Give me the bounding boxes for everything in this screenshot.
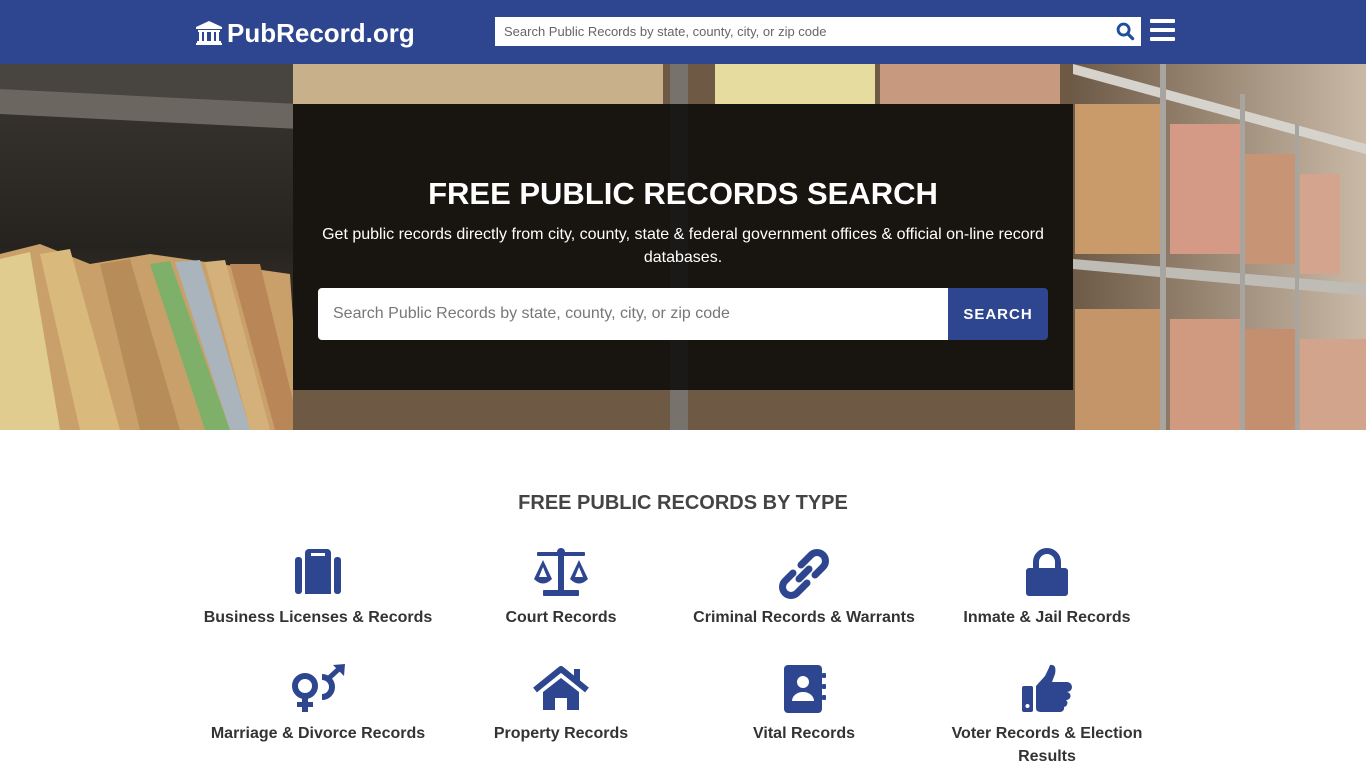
hero-subtitle: Get public records directly from city, c… (322, 226, 1044, 266)
type-label: Voter Records & Election Results (951, 725, 1143, 765)
search-icon (1116, 22, 1134, 41)
hero-search-button[interactable]: SEARCH (948, 288, 1048, 340)
suitcase-icon (295, 549, 341, 594)
type-label: Criminal Records & Warrants (693, 609, 915, 626)
header-search-input[interactable] (495, 17, 1109, 46)
hero-section: FREE PUBLIC RECORDS SEARCH Get public re… (0, 64, 1366, 430)
type-label: Marriage & Divorce Records (210, 725, 426, 742)
balance-scale-icon (534, 548, 588, 596)
chain-link-icon (779, 549, 829, 599)
bank-building-icon (196, 21, 222, 45)
hamburger-bar (1150, 37, 1175, 41)
type-link-property[interactable]: Property Records (436, 664, 686, 745)
hamburger-bar (1150, 28, 1175, 32)
hero-search-input[interactable] (318, 288, 948, 340)
header-search-button[interactable] (1109, 17, 1141, 46)
hamburger-bar (1150, 19, 1175, 23)
records-by-type-heading: FREE PUBLIC RECORDS BY TYPE (518, 492, 848, 514)
type-link-business[interactable]: Business Licenses & Records (193, 548, 443, 629)
type-label: Business Licenses & Records (203, 609, 433, 626)
venus-mars-icon (292, 664, 345, 712)
address-book-icon (784, 665, 826, 713)
type-link-voter[interactable]: Voter Records & Election Results (922, 664, 1172, 768)
type-label: Vital Records (753, 725, 855, 742)
hero-search-form: SEARCH (318, 288, 1048, 340)
type-link-court[interactable]: Court Records (436, 548, 686, 629)
hamburger-menu-icon[interactable] (1150, 19, 1175, 41)
type-link-vital[interactable]: Vital Records (679, 664, 929, 745)
header-search-bar (495, 17, 1141, 46)
thumbs-up-icon (1022, 664, 1072, 713)
type-label: Property Records (493, 725, 629, 742)
type-label: Inmate & Jail Records (963, 609, 1131, 626)
type-link-inmate[interactable]: Inmate & Jail Records (922, 548, 1172, 629)
home-icon (533, 666, 589, 710)
top-navbar: PubRecord.org (0, 0, 1366, 64)
site-logo[interactable]: PubRecord.org (195, 16, 415, 50)
hero-title: FREE PUBLIC RECORDS SEARCH (428, 176, 938, 211)
hero-panel: FREE PUBLIC RECORDS SEARCH Get public re… (293, 104, 1073, 390)
type-label: Court Records (505, 609, 617, 626)
logo-text: PubRecord.org (227, 17, 415, 48)
type-link-criminal[interactable]: Criminal Records & Warrants (679, 548, 929, 629)
type-link-marriage[interactable]: Marriage & Divorce Records (193, 664, 443, 745)
lock-icon (1026, 548, 1068, 596)
